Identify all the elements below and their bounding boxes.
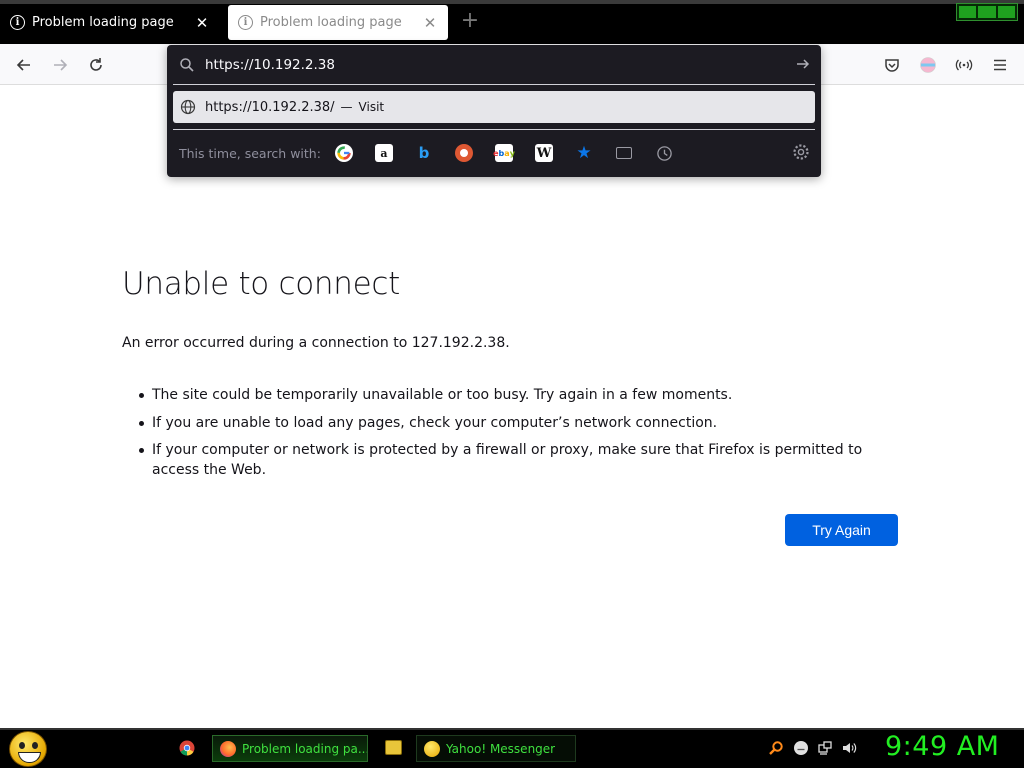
urlbar-input-row[interactable]: https://10.192.2.38 — [167, 45, 821, 84]
error-suggestion-item: If you are unable to load any pages, che… — [139, 413, 902, 433]
reload-button[interactable] — [82, 51, 110, 79]
suggestion-action: Visit — [358, 100, 385, 114]
new-tab-button[interactable]: + — [458, 10, 482, 34]
urlbar-dropdown: https://10.192.2.38 https://10.192.2.38/… — [167, 45, 821, 177]
amazon-icon[interactable]: a — [375, 144, 393, 162]
taskbar-yahoo-messenger-window[interactable]: Yahoo! Messenger — [416, 735, 576, 762]
error-description: An error occurred during a connection to… — [122, 335, 510, 351]
tab-title: Problem loading page — [32, 15, 174, 30]
try-again-button[interactable]: Try Again — [785, 514, 898, 546]
taskbar-firefox-label: Problem loading pa... — [242, 741, 367, 756]
error-suggestion-item: The site could be temporarily unavailabl… — [139, 385, 902, 405]
forward-arrow-icon — [54, 59, 68, 71]
globe-icon — [180, 99, 196, 115]
window-control-segment[interactable] — [997, 6, 1015, 18]
pocket-icon — [885, 59, 899, 72]
tab-title: Problem loading page — [260, 15, 402, 30]
urlbar-input[interactable]: https://10.192.2.38 — [205, 57, 335, 73]
search-icon — [180, 57, 194, 72]
google-icon[interactable] — [335, 144, 353, 162]
forward-button[interactable] — [46, 51, 74, 79]
wikipedia-icon[interactable]: W — [535, 144, 553, 162]
urlbar-suggestion-visit[interactable]: https://10.192.2.38/ — Visit — [173, 91, 815, 123]
extensions-button[interactable] — [950, 51, 978, 79]
firefox-icon — [220, 740, 236, 757]
suggestion-url: https://10.192.2.38/ — [205, 99, 335, 115]
history-icon[interactable] — [655, 144, 673, 162]
error-title: Unable to connect — [122, 266, 401, 302]
tab-problem-loading-active[interactable]: i Problem loading page ✕ — [0, 5, 220, 40]
start-button-smiley-icon[interactable] — [9, 731, 47, 767]
tab-strip-border — [0, 0, 1024, 4]
divider — [173, 129, 815, 130]
pocket-button[interactable] — [878, 51, 906, 79]
window-controls-widget[interactable] — [956, 3, 1018, 21]
account-button[interactable] — [914, 51, 942, 79]
back-arrow-icon — [16, 59, 30, 71]
taskbar-clock[interactable]: 9:49 AM — [885, 731, 999, 762]
one-off-search-engines: This time, search with: a b ebay W ★ — [167, 133, 821, 173]
search-settings-gear-icon[interactable] — [792, 143, 810, 161]
close-tab-icon[interactable]: ✕ — [192, 14, 212, 32]
bookmarks-star-icon[interactable]: ★ — [575, 143, 593, 163]
volume-tray-icon[interactable] — [841, 740, 857, 756]
account-avatar-icon — [920, 57, 936, 73]
search-tray-icon[interactable] — [768, 740, 784, 756]
error-suggestions-list: The site could be temporarily unavailabl… — [139, 385, 902, 488]
taskbar-yahoo-label: Yahoo! Messenger — [446, 741, 556, 756]
menu-button[interactable] — [986, 51, 1014, 79]
tabs-icon[interactable] — [615, 144, 633, 162]
taskbar-firefox-window[interactable]: Problem loading pa... — [212, 735, 368, 762]
suggestion-separator: — — [340, 100, 353, 114]
ebay-icon[interactable]: ebay — [493, 144, 515, 162]
tab-strip: i Problem loading page ✕ i Problem loadi… — [0, 0, 1024, 44]
file-manager-folder-icon[interactable] — [385, 740, 402, 755]
close-tab-icon[interactable]: ✕ — [420, 14, 440, 32]
network-tray-icon[interactable] — [817, 740, 833, 756]
divider — [173, 84, 815, 85]
info-icon: i — [10, 15, 25, 30]
error-suggestion-item: If your computer or network is protected… — [139, 440, 902, 480]
broadcast-icon — [955, 59, 973, 71]
chrome-icon[interactable] — [179, 740, 195, 756]
window-control-segment[interactable] — [978, 6, 996, 18]
yahoo-messenger-smiley-icon — [424, 740, 440, 757]
reload-icon — [90, 58, 102, 71]
search-with-label: This time, search with: — [179, 145, 321, 161]
duckduckgo-icon[interactable] — [455, 144, 473, 162]
status-smiley-tray-icon[interactable] — [793, 740, 809, 756]
hamburger-menu-icon — [994, 59, 1006, 71]
go-arrow-icon[interactable] — [795, 56, 811, 72]
window-control-segment[interactable] — [959, 6, 977, 18]
info-icon: i — [238, 15, 253, 30]
bing-icon[interactable]: b — [415, 144, 433, 162]
tab-problem-loading[interactable]: i Problem loading page ✕ — [228, 5, 448, 40]
back-button[interactable] — [10, 51, 38, 79]
